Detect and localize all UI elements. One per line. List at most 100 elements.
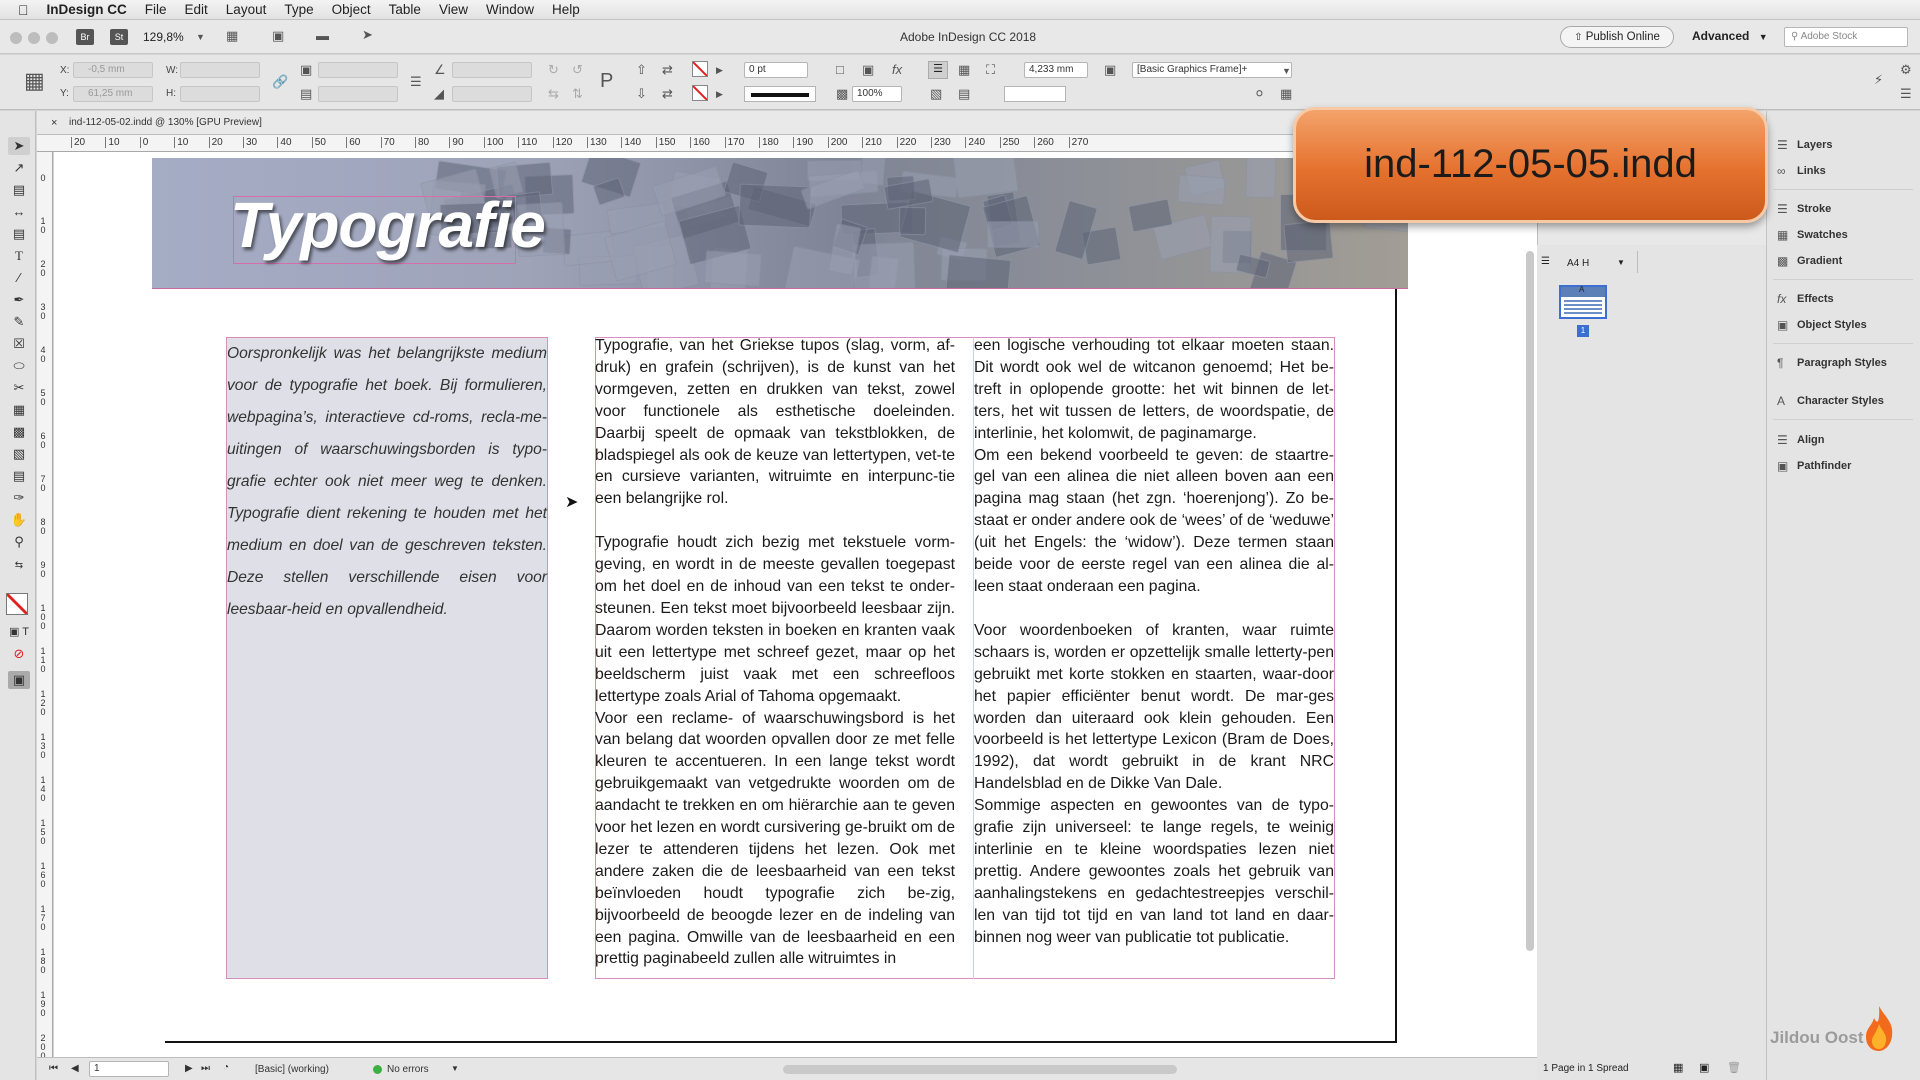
- menu-type[interactable]: Type: [275, 0, 322, 20]
- intro-text-frame[interactable]: Oorspronkelijk was het belangrijkste med…: [226, 337, 548, 979]
- close-icon[interactable]: ×: [51, 111, 57, 135]
- previous-page-icon[interactable]: ◀: [71, 1063, 79, 1074]
- dock-swatches[interactable]: ▦ Swatches: [1777, 222, 1848, 248]
- fill-swatch[interactable]: [692, 61, 708, 77]
- page-size-icon[interactable]: ▦: [1673, 1061, 1683, 1074]
- x-field[interactable]: -0,5 mm: [73, 62, 153, 78]
- jump-object-icon[interactable]: ▤: [958, 87, 970, 101]
- view-options-icon[interactable]: ▦: [226, 29, 238, 43]
- scale-y-icon[interactable]: ▤: [300, 87, 312, 101]
- open-document-icon[interactable]: ◔: [223, 1062, 229, 1073]
- chevron-down-icon[interactable]: ▼: [196, 30, 205, 44]
- window-minimize-button[interactable]: [28, 32, 40, 44]
- default-colors-icon[interactable]: ⇆: [8, 557, 30, 575]
- master-menu-icon[interactable]: ☰: [1541, 256, 1550, 267]
- object-export-icon[interactable]: ▦: [1280, 87, 1292, 101]
- y-field[interactable]: 61,25 mm: [73, 86, 153, 102]
- first-page-icon[interactable]: ⏮: [49, 1063, 58, 1074]
- gap-tool-icon[interactable]: ↔: [8, 203, 30, 221]
- clear-overrides-icon[interactable]: ⚪: [1254, 87, 1265, 101]
- dock-character-styles[interactable]: A Character Styles: [1777, 388, 1884, 414]
- direct-selection-tool-icon[interactable]: ↗: [8, 159, 30, 177]
- scale-x-icon[interactable]: ▣: [300, 63, 312, 77]
- hand-tool-icon[interactable]: ✋: [8, 511, 30, 529]
- shear-field[interactable]: [452, 86, 532, 102]
- menu-view[interactable]: View: [430, 0, 477, 20]
- trash-icon[interactable]: 🗑: [1727, 1061, 1741, 1074]
- dock-align[interactable]: ☰ Align: [1777, 427, 1825, 453]
- rotation-field[interactable]: [452, 62, 532, 78]
- object-style-select[interactable]: [Basic Graphics Frame]+: [1132, 62, 1292, 78]
- gradient-swatch-tool-icon[interactable]: ▩: [8, 423, 30, 441]
- formatting-container-icon[interactable]: ▣ T: [8, 623, 30, 641]
- publish-online-button[interactable]: ⇧ Publish Online: [1560, 26, 1674, 48]
- chevron-down-icon[interactable]: ▼: [1282, 64, 1291, 78]
- flip-horizontal-icon[interactable]: ⇆: [548, 87, 559, 101]
- reference-point-icon[interactable]: ▦: [24, 69, 45, 93]
- line-tool-icon[interactable]: ∕: [8, 269, 30, 287]
- dock-layers[interactable]: ☰ Layers: [1777, 132, 1832, 158]
- text-wrap-none-button[interactable]: ☰: [928, 61, 948, 79]
- publish-icon[interactable]: ➤: [362, 28, 373, 42]
- ellipse-tool-icon[interactable]: ⬭: [8, 357, 30, 375]
- shear-icon[interactable]: ◢: [434, 87, 444, 101]
- fit-content-icon[interactable]: ▣: [862, 63, 874, 77]
- effects-fx-icon[interactable]: fx: [892, 63, 902, 77]
- workspace-switcher[interactable]: Advanced ▼: [1692, 29, 1768, 43]
- chevron-down-icon[interactable]: ▼: [1617, 258, 1625, 267]
- chevron-right-icon[interactable]: ▶: [716, 87, 723, 101]
- vertical-ruler[interactable]: 0 10 20 30 40 50 60 70 80 90 100 110 120 130 140 150 160…: [37, 152, 53, 1057]
- auto-fit-icon[interactable]: ⛶: [986, 63, 995, 77]
- preflight-errors[interactable]: No errors: [387, 1064, 429, 1075]
- hamburger-menu-icon[interactable]: ☰: [1900, 87, 1912, 101]
- type-tool-icon[interactable]: T: [8, 247, 30, 265]
- select-container-icon[interactable]: ⇧: [636, 63, 647, 77]
- window-close-button[interactable]: [10, 32, 22, 44]
- corner-shape-select[interactable]: [1004, 86, 1066, 102]
- adobe-stock-search[interactable]: ⚲ Adobe Stock: [1784, 27, 1908, 47]
- menu-object[interactable]: Object: [323, 0, 380, 20]
- menu-file[interactable]: File: [136, 0, 176, 20]
- next-page-icon[interactable]: ▶: [185, 1063, 193, 1074]
- screen-mode-normal-icon[interactable]: ▣: [8, 671, 30, 689]
- wrap-shape-icon[interactable]: ▧: [930, 87, 942, 101]
- gap-field[interactable]: 4,233 mm: [1024, 62, 1088, 78]
- rotate-ccw-icon[interactable]: ↺: [572, 63, 583, 77]
- scale-y-field[interactable]: [318, 86, 398, 102]
- page-number-field[interactable]: 1: [89, 1061, 169, 1077]
- menu-edit[interactable]: Edit: [176, 0, 217, 20]
- dock-gradient[interactable]: ▩ Gradient: [1777, 248, 1842, 274]
- menu-table[interactable]: Table: [380, 0, 430, 20]
- eyedropper-tool-icon[interactable]: ✑: [8, 489, 30, 507]
- lightning-icon[interactable]: ⚡: [1874, 73, 1883, 87]
- vertical-scrollbar[interactable]: [1526, 251, 1534, 951]
- dock-paragraph-styles[interactable]: ¶ Paragraph Styles: [1777, 350, 1887, 376]
- menu-layout[interactable]: Layout: [217, 0, 276, 20]
- dock-stroke[interactable]: ☰ Stroke: [1777, 196, 1831, 222]
- stroke-weight-field[interactable]: 0 pt: [744, 62, 808, 78]
- constrain-proportions-icon[interactable]: 🔗: [272, 75, 288, 89]
- gradient-feather-tool-icon[interactable]: ▧: [8, 445, 30, 463]
- dock-effects[interactable]: fx Effects: [1777, 286, 1834, 312]
- preflight-profile[interactable]: [Basic] (working): [255, 1064, 329, 1075]
- settings-gear-icon[interactable]: ⚙: [1900, 63, 1912, 77]
- select-previous-icon[interactable]: ⇄: [662, 63, 673, 77]
- master-label[interactable]: A4 H: [1567, 258, 1589, 269]
- scissors-tool-icon[interactable]: ✂: [8, 379, 30, 397]
- stroke-type-select[interactable]: [744, 86, 816, 102]
- height-field[interactable]: [180, 86, 260, 102]
- arrange-documents-icon[interactable]: ▬: [316, 29, 329, 43]
- window-zoom-button[interactable]: [46, 32, 58, 44]
- fill-stroke-swatch[interactable]: [6, 593, 28, 615]
- zoom-tool-icon[interactable]: ⚲: [8, 533, 30, 551]
- select-next-icon[interactable]: ⇄: [662, 87, 673, 101]
- rotation-icon[interactable]: ∠: [434, 63, 446, 77]
- dock-object-styles[interactable]: ▣ Object Styles: [1777, 312, 1867, 338]
- scale-x-field[interactable]: [318, 62, 398, 78]
- rectangle-frame-tool-icon[interactable]: ☒: [8, 335, 30, 353]
- pen-tool-icon[interactable]: ✒: [8, 291, 30, 309]
- apple-icon[interactable]: : [0, 0, 38, 20]
- text-wrap-bbox-icon[interactable]: ▦: [958, 63, 970, 77]
- selection-tool-icon[interactable]: ➤: [8, 137, 30, 155]
- dock-pathfinder[interactable]: ▣ Pathfinder: [1777, 453, 1851, 479]
